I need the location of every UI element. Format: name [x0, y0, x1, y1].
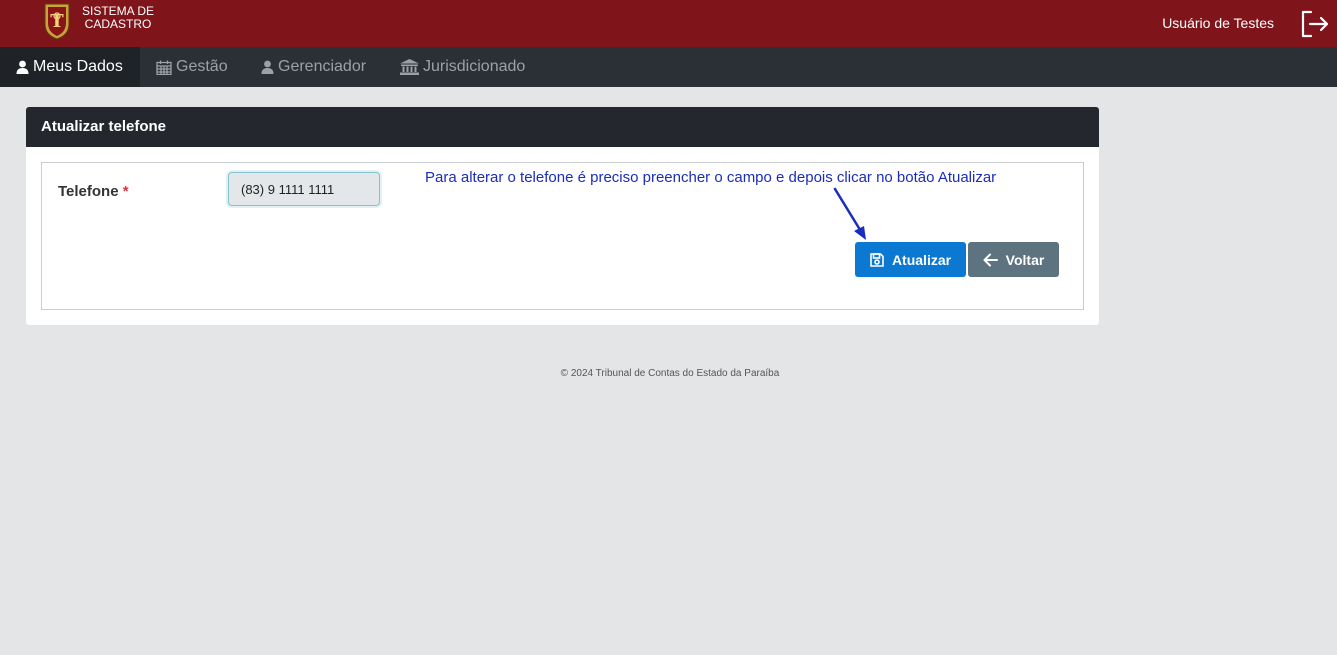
nav-item-gestao[interactable]: Gestão	[156, 47, 228, 87]
nav-item-jurisdicionado[interactable]: Jurisdicionado	[400, 47, 525, 87]
user-icon	[261, 60, 274, 74]
arrow-left-icon	[983, 253, 998, 266]
instruction-note: Para alterar o telefone é preciso preenc…	[425, 169, 997, 186]
brand-line-2: CADASTRO	[84, 17, 152, 31]
top-header: T SISTEMA DE CADASTRO Usuário de Testes	[0, 0, 1337, 47]
nav-label: Gerenciador	[278, 58, 367, 75]
bank-icon	[400, 59, 419, 75]
update-phone-card: Atualizar telefone Telefone * Para alter…	[26, 107, 1099, 325]
card-title: Atualizar telefone	[26, 107, 1099, 147]
nav-label: Gestão	[176, 58, 228, 75]
nav-item-gerenciador[interactable]: Gerenciador	[261, 47, 366, 87]
back-button-label: Voltar	[1005, 251, 1045, 268]
main-navigation: Meus Dados Gestão Gerenciador Jurisdicio…	[0, 47, 1337, 87]
svg-text:T: T	[50, 11, 64, 32]
footer-copyright: © 2024 Tribunal de Contas do Estado da P…	[560, 368, 780, 379]
save-icon	[870, 252, 884, 267]
nav-label: Meus Dados	[33, 58, 123, 75]
system-brand: SISTEMA DE CADASTRO	[80, 5, 156, 31]
user-icon	[16, 60, 29, 74]
phone-label-text: Telefone	[58, 183, 119, 200]
phone-label: Telefone *	[58, 183, 129, 200]
form-panel: Telefone * Para alterar o telefone é pre…	[41, 162, 1084, 310]
current-user-name[interactable]: Usuário de Testes	[1162, 15, 1274, 31]
update-button-label: Atualizar	[891, 251, 952, 268]
nav-label: Jurisdicionado	[423, 58, 526, 75]
logout-icon[interactable]	[1300, 9, 1330, 39]
required-marker: *	[122, 183, 129, 200]
update-button[interactable]: Atualizar	[855, 242, 966, 277]
phone-input[interactable]	[228, 172, 380, 206]
institution-logo: T	[44, 3, 70, 40]
nav-item-meus-dados[interactable]: Meus Dados	[0, 47, 140, 87]
back-button[interactable]: Voltar	[968, 242, 1059, 277]
calendar-icon	[156, 60, 172, 75]
annotation-arrow-icon	[833, 187, 866, 240]
